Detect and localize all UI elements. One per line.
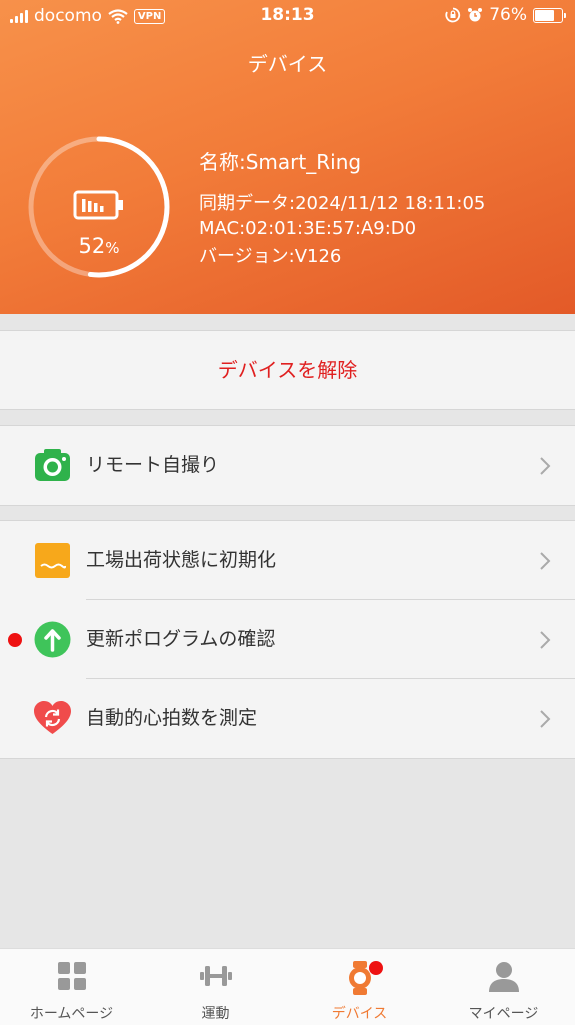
tab-device[interactable]: デバイス — [288, 949, 431, 1025]
settings-section: 工場出荷状態に初期化 更新ポログラムの確認 自動的心拍数を測定 — [0, 520, 575, 759]
device-info: 名称:Smart_Ring 同期データ:2024/11/12 18:11:05 … — [199, 146, 485, 271]
mac-address: MAC:02:01:3E:57:A9:D0 — [199, 218, 417, 239]
chevron-right-icon — [540, 710, 551, 728]
rotation-lock-icon — [445, 7, 461, 23]
tab-exercise[interactable]: 運動 — [144, 949, 287, 1025]
chevron-right-icon — [540, 457, 551, 475]
tab-label: デバイス — [331, 1006, 388, 1022]
device-name: 名称:Smart_Ring — [199, 150, 362, 174]
menu-item-remote-selfie[interactable]: リモート自撮り — [0, 426, 575, 505]
menu-item-factory-reset[interactable]: 工場出荷状態に初期化 — [0, 521, 575, 600]
selfie-section: リモート自撮り — [0, 425, 575, 506]
upload-arrow-icon — [34, 621, 71, 658]
camera-icon — [35, 449, 70, 481]
firmware-version: バージョン:V126 — [199, 246, 342, 267]
tab-home[interactable]: ホームページ — [0, 949, 143, 1025]
battery-percent-text: 76% — [489, 5, 527, 25]
sync-data: 同期データ:2024/11/12 18:11:05 — [199, 193, 486, 214]
menu-label: 自動的心拍数を測定 — [86, 707, 258, 729]
menu-item-firmware-update[interactable]: 更新ポログラムの確認 — [0, 600, 575, 679]
factory-reset-icon — [35, 543, 70, 578]
battery-ring: 52% — [26, 134, 172, 280]
menu-label: リモート自撮り — [86, 454, 220, 476]
menu-label: 工場出荷状態に初期化 — [86, 549, 277, 571]
update-badge — [8, 633, 22, 647]
home-grid-icon — [57, 962, 86, 990]
tab-bar: ホームページ 運動 デバイス マイページ — [0, 948, 575, 1025]
menu-item-auto-heart-rate[interactable]: 自動的心拍数を測定 — [0, 679, 575, 758]
chevron-right-icon — [540, 631, 551, 649]
device-header: docomo VPN 18:13 76% デバイス 52% 名称:Smart_R… — [0, 0, 575, 314]
battery-percent: 52% — [78, 234, 120, 258]
heart-refresh-icon — [34, 701, 71, 734]
tab-label: 運動 — [201, 1006, 230, 1022]
person-icon — [488, 962, 519, 992]
menu-label: 更新ポログラムの確認 — [86, 628, 276, 650]
device-tab-badge — [369, 961, 383, 975]
alarm-icon — [468, 8, 483, 22]
page-title: デバイス — [247, 52, 328, 76]
tab-label: マイページ — [468, 1006, 539, 1022]
dumbbell-icon — [199, 966, 232, 986]
tab-label: ホームページ — [29, 1006, 114, 1022]
battery-icon — [533, 7, 566, 23]
status-bar: docomo VPN 18:13 76% — [0, 0, 575, 34]
tab-my-page[interactable]: マイページ — [432, 949, 575, 1025]
chevron-right-icon — [540, 552, 551, 570]
battery-level-icon — [73, 190, 123, 220]
unbind-device-button[interactable]: デバイスを解除 — [0, 330, 575, 410]
